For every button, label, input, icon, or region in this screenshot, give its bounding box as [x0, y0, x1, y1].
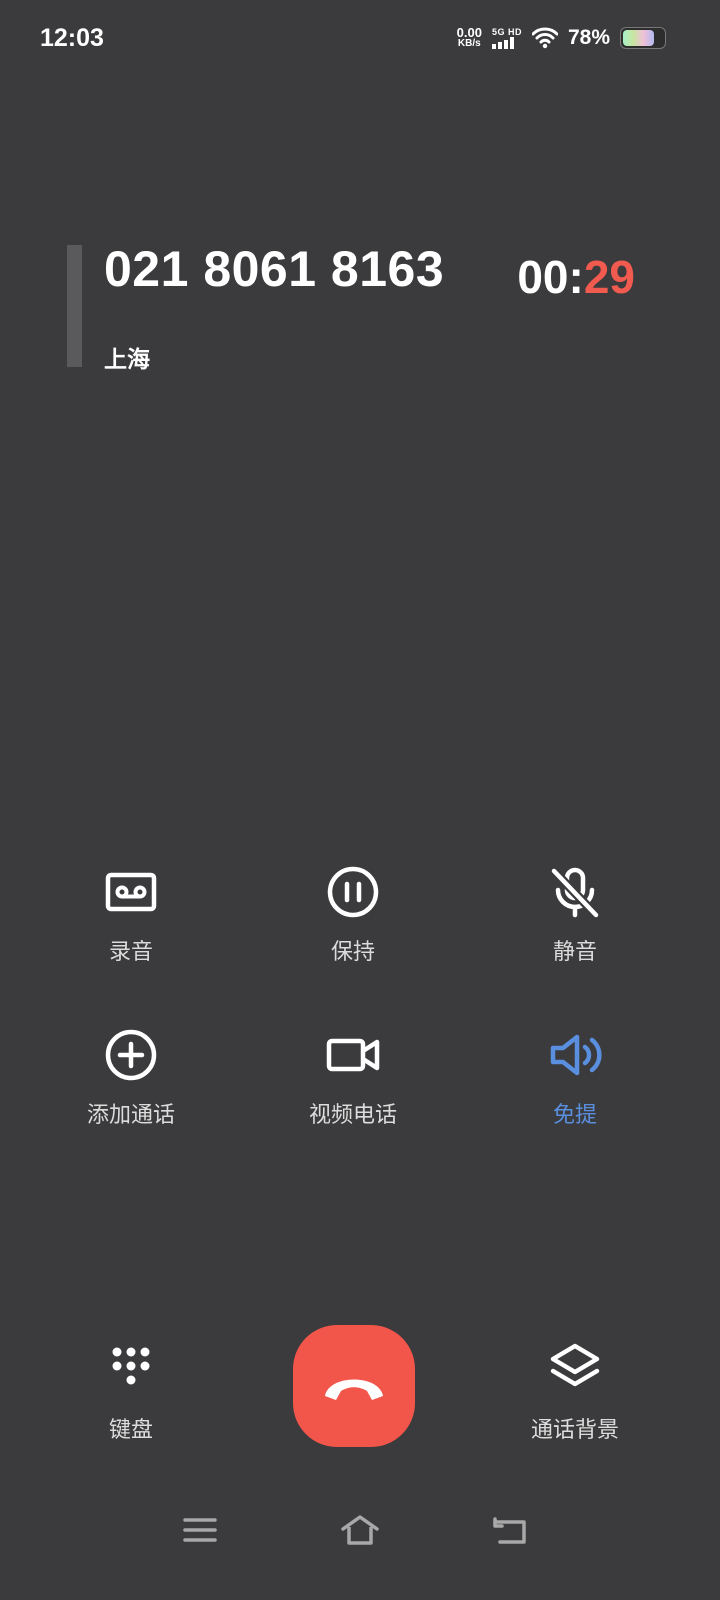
add-call-button[interactable]: 添加通话	[21, 1025, 241, 1135]
signal-bars-icon	[491, 37, 514, 49]
caller-number: 021 8061 8163	[104, 241, 445, 297]
call-background-label: 通话背景	[530, 1417, 619, 1442]
video-call-button[interactable]: 视频电话	[243, 1025, 463, 1135]
speaker-icon	[550, 1034, 602, 1076]
call-timer: 00:29	[517, 250, 635, 304]
network-speed: 0.00 KB/s	[456, 25, 482, 49]
speaker-button[interactable]: 免提	[465, 1025, 685, 1135]
wifi-icon	[531, 27, 558, 49]
add-call-label: 添加通话	[86, 1102, 175, 1127]
keypad-button[interactable]: 键盘	[21, 1340, 241, 1450]
keypad-label: 键盘	[108, 1417, 153, 1442]
cellular-signal: 5G HD	[491, 27, 522, 49]
plus-circle-icon	[105, 1029, 157, 1081]
back-icon	[493, 1517, 526, 1544]
menu-icon	[183, 1518, 217, 1542]
mute-label: 静音	[552, 939, 597, 964]
call-background-button[interactable]: 通话背景	[465, 1340, 685, 1450]
layers-icon	[550, 1343, 600, 1387]
call-timer-seconds: 29	[583, 251, 635, 303]
dialpad-icon	[112, 1347, 150, 1385]
mute-button[interactable]: 静音	[465, 862, 685, 972]
status-bar: 12:03 0.00 KB/s 5G HD 78%	[0, 0, 720, 78]
video-call-label: 视频电话	[308, 1102, 397, 1127]
hang-up-icon	[325, 1379, 383, 1400]
record-label: 录音	[108, 939, 153, 964]
mic-off-icon	[549, 866, 601, 920]
status-time: 12:03	[40, 24, 104, 52]
pause-circle-icon	[327, 866, 379, 918]
hold-button[interactable]: 保持	[243, 862, 463, 972]
hold-label: 保持	[330, 939, 375, 964]
battery-icon	[620, 27, 666, 49]
call-timer-minutes: 00:	[517, 251, 584, 303]
network-speed-unit: KB/s	[457, 38, 481, 49]
end-call-button[interactable]	[293, 1325, 415, 1447]
caller-location: 上海	[104, 346, 150, 372]
network-speed-value: 0.00	[456, 25, 482, 40]
nav-home-button[interactable]	[330, 1500, 390, 1560]
nav-back-button[interactable]	[480, 1500, 540, 1560]
status-icons: 0.00 KB/s 5G HD 78%	[457, 26, 666, 50]
video-camera-icon	[326, 1038, 380, 1072]
speaker-label: 免提	[552, 1102, 597, 1127]
cassette-icon	[105, 872, 157, 912]
caller-accent-bar	[67, 245, 82, 367]
battery-percent: 78%	[567, 26, 610, 49]
network-type-label: 5G HD	[491, 27, 522, 37]
nav-menu-button[interactable]	[170, 1500, 230, 1560]
record-button[interactable]: 录音	[21, 862, 241, 972]
battery-level	[623, 30, 655, 46]
home-icon	[341, 1515, 379, 1545]
